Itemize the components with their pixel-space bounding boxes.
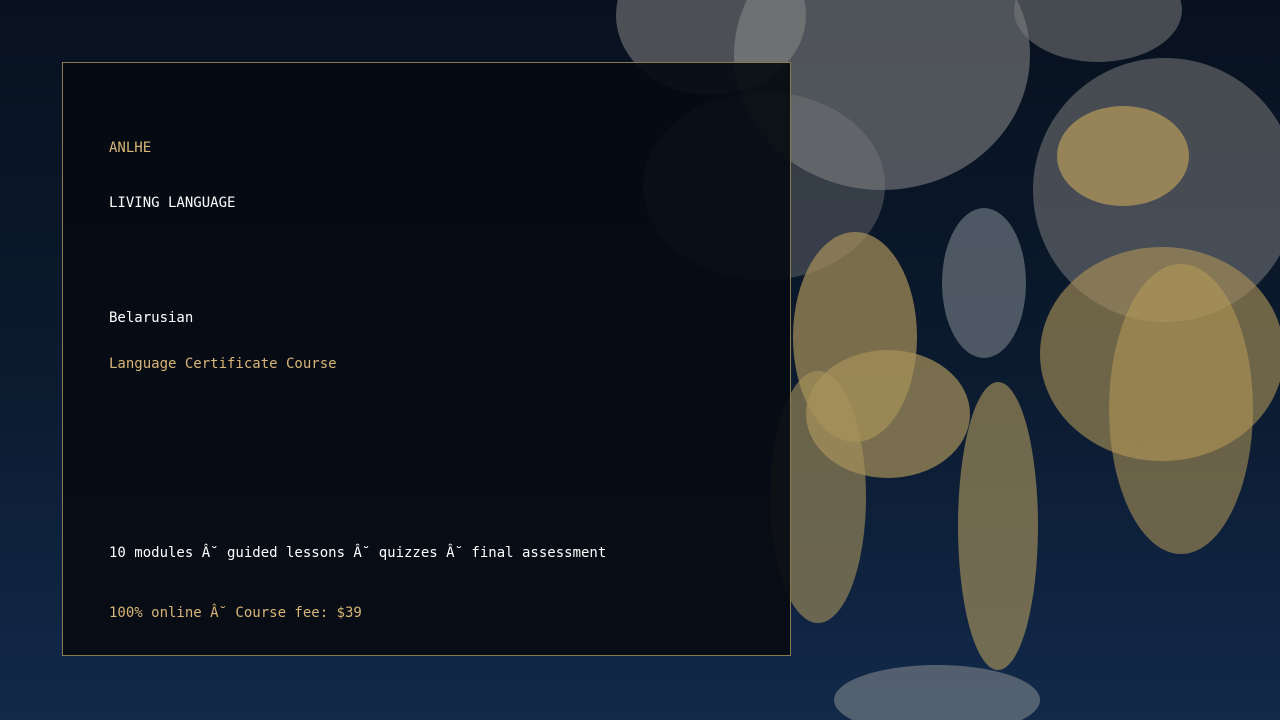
course-language: Belarusian [109,310,194,326]
course-features: 10 modules Â˘ guided lessons Â˘ quizzes … [109,545,607,561]
course-card: ANLHE LIVING LANGUAGE Belarusian Languag… [62,62,791,656]
course-pricing: 100% online Â˘ Course fee: $39 [109,605,362,621]
brand-label: ANLHE [109,140,152,156]
course-type: Language Certificate Course [109,356,337,372]
bokeh-circle [834,665,1040,720]
bokeh-circle [1109,264,1253,554]
bokeh-circle [958,382,1038,670]
bokeh-circle [1057,106,1189,206]
bokeh-circle [1014,0,1182,62]
tagline: LIVING LANGUAGE [109,195,236,211]
bokeh-circle [942,208,1026,358]
